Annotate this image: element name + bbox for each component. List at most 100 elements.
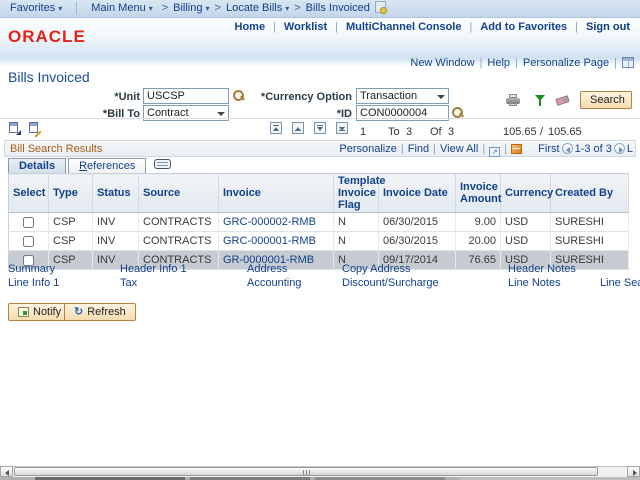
results-bar: Bill Search Results Personalize Find View … (4, 140, 636, 157)
breadcrumb-separator (215, 2, 221, 14)
oracle-logo: ORACLE (8, 27, 86, 47)
col-currency: Currency (501, 174, 551, 213)
portal-header-links: Home Worklist MultiChannel Console Add to F… (235, 21, 631, 33)
row-select-checkbox[interactable] (23, 217, 34, 228)
breadcrumb: Favorites Main Menu Billing Locate Bills Bil… (0, 0, 640, 18)
amount-separator: / (540, 126, 543, 138)
personalize-link[interactable]: Personalize (339, 143, 396, 155)
table-row: CSP INV CONTRACTS GRC-000002-RMB N 06/30… (9, 213, 629, 232)
filter-funnel-icon[interactable] (535, 95, 546, 107)
unit-label: *Unit (40, 91, 140, 103)
refresh-icon: ↻ (74, 304, 83, 320)
breadcrumb-billing[interactable]: Billing (173, 2, 209, 14)
refresh-button[interactable]: ↻Refresh (64, 303, 136, 321)
discount-surcharge-link[interactable]: Discount/Surcharge (342, 277, 439, 289)
accounting-link[interactable]: Accounting (247, 277, 301, 289)
chevron-down-icon (437, 95, 445, 99)
breadcrumb-page-icon (375, 1, 386, 13)
unit-input[interactable] (143, 88, 229, 104)
copy-address-link[interactable]: Copy Address (342, 263, 410, 275)
col-select: Select (9, 174, 49, 213)
col-template-invoice-flag: Template Invoice Flag (334, 174, 379, 213)
breadcrumb-bills-invoiced[interactable]: Bills Invoiced (306, 2, 370, 14)
col-invoice-date: Invoice Date (379, 174, 456, 213)
worklist-link[interactable]: Worklist (284, 21, 327, 33)
select-all-icon[interactable] (8, 122, 21, 135)
home-link[interactable]: Home (235, 21, 266, 33)
eraser-icon[interactable] (555, 95, 570, 106)
tab-references[interactable]: References (68, 158, 146, 173)
favorites-menu[interactable]: Favorites (0, 0, 66, 17)
scrollbar-thumb[interactable] (14, 467, 598, 476)
notify-button[interactable]: Notify (8, 303, 71, 321)
row-select-checkbox[interactable] (23, 236, 34, 247)
col-status: Status (93, 174, 139, 213)
page-title: Bills Invoiced (8, 69, 90, 85)
row-end: 3 (406, 126, 412, 138)
personalize-page-link[interactable]: Personalize Page (523, 57, 609, 69)
last-label[interactable]: L (627, 143, 633, 155)
view-all-link[interactable]: View All (440, 143, 478, 155)
scrollbar-grip (303, 470, 312, 475)
scroll-to-top-icon[interactable] (270, 122, 282, 134)
scroll-down-icon[interactable] (314, 122, 326, 134)
invoice-link[interactable]: GRC-000001-RMB (223, 235, 316, 247)
new-window-link[interactable]: New Window (410, 57, 474, 69)
scroll-to-bottom-icon[interactable] (336, 122, 348, 134)
col-invoice-amount: Invoice Amount (456, 174, 501, 213)
breadcrumb-separator (294, 2, 300, 14)
search-button[interactable]: Search (580, 91, 632, 109)
breadcrumb-divider (76, 2, 77, 14)
header-notes-link[interactable]: Header Notes (508, 263, 576, 275)
printer-icon[interactable] (506, 94, 521, 106)
amount-shown: 105.65 (503, 126, 537, 138)
address-link[interactable]: Address (247, 263, 287, 275)
notify-icon (18, 307, 29, 317)
results-title: Bill Search Results (10, 142, 102, 157)
divider (0, 118, 640, 119)
col-source: Source (139, 174, 219, 213)
currency-option-select[interactable]: Transaction Currency (356, 88, 449, 104)
add-to-favorites-link[interactable]: Add to Favorites (480, 21, 567, 33)
header-info-1-link[interactable]: Header Info 1 (120, 263, 187, 275)
row-start: 1 (360, 126, 366, 138)
breadcrumb-locate-bills[interactable]: Locate Bills (226, 2, 289, 14)
line-notes-link[interactable]: Line Notes (508, 277, 561, 289)
row-to-label: To (388, 126, 400, 138)
table-row: CSP INV CONTRACTS GRC-000001-RMB N 06/30… (9, 232, 629, 251)
line-search-link[interactable]: Line Sear (600, 277, 640, 289)
personalize-layout-icon[interactable] (622, 57, 634, 68)
next-page-icon[interactable] (614, 143, 625, 154)
results-tabs: DetailsReferences (8, 158, 171, 173)
summary-link[interactable]: Summary (8, 263, 55, 275)
row-of-label: Of (430, 126, 442, 138)
popout-icon[interactable]: ↗ (489, 147, 500, 157)
invoice-link[interactable]: GRC-000002-RMB (223, 216, 316, 228)
sign-out-link[interactable]: Sign out (586, 21, 630, 33)
clear-all-icon[interactable] (28, 122, 41, 135)
row-range: 1-3 of 3 (575, 143, 612, 155)
multichannel-console-link[interactable]: MultiChannel Console (346, 21, 462, 33)
tax-link[interactable]: Tax (120, 277, 137, 289)
scrollbar-right-arrow[interactable] (627, 466, 640, 477)
chevron-down-icon (217, 112, 225, 116)
line-info-1-link[interactable]: Line Info 1 (8, 277, 59, 289)
bill-search-results-table: Select Type Status Source Invoice Templa… (8, 173, 629, 270)
table-header-row: Select Type Status Source Invoice Templa… (9, 174, 629, 213)
scrollbar-left-arrow[interactable] (0, 466, 13, 477)
scroll-up-icon[interactable] (292, 122, 304, 134)
page-links: New Window Help Personalize Page (410, 57, 634, 69)
breadcrumb-main-menu[interactable]: Main Menu (91, 0, 156, 17)
download-icon[interactable] (511, 144, 522, 154)
col-created-by: Created By (551, 174, 629, 213)
previous-page-icon[interactable] (562, 143, 573, 154)
help-link[interactable]: Help (487, 57, 510, 69)
first-label[interactable]: First (538, 143, 559, 155)
tab-details[interactable]: Details (8, 158, 66, 173)
col-invoice: Invoice (219, 174, 334, 213)
breadcrumb-separator (162, 2, 168, 14)
col-type: Type (49, 174, 93, 213)
show-all-columns-icon[interactable] (154, 159, 171, 169)
find-link[interactable]: Find (408, 143, 429, 155)
amount-total: 105.65 (548, 126, 582, 138)
